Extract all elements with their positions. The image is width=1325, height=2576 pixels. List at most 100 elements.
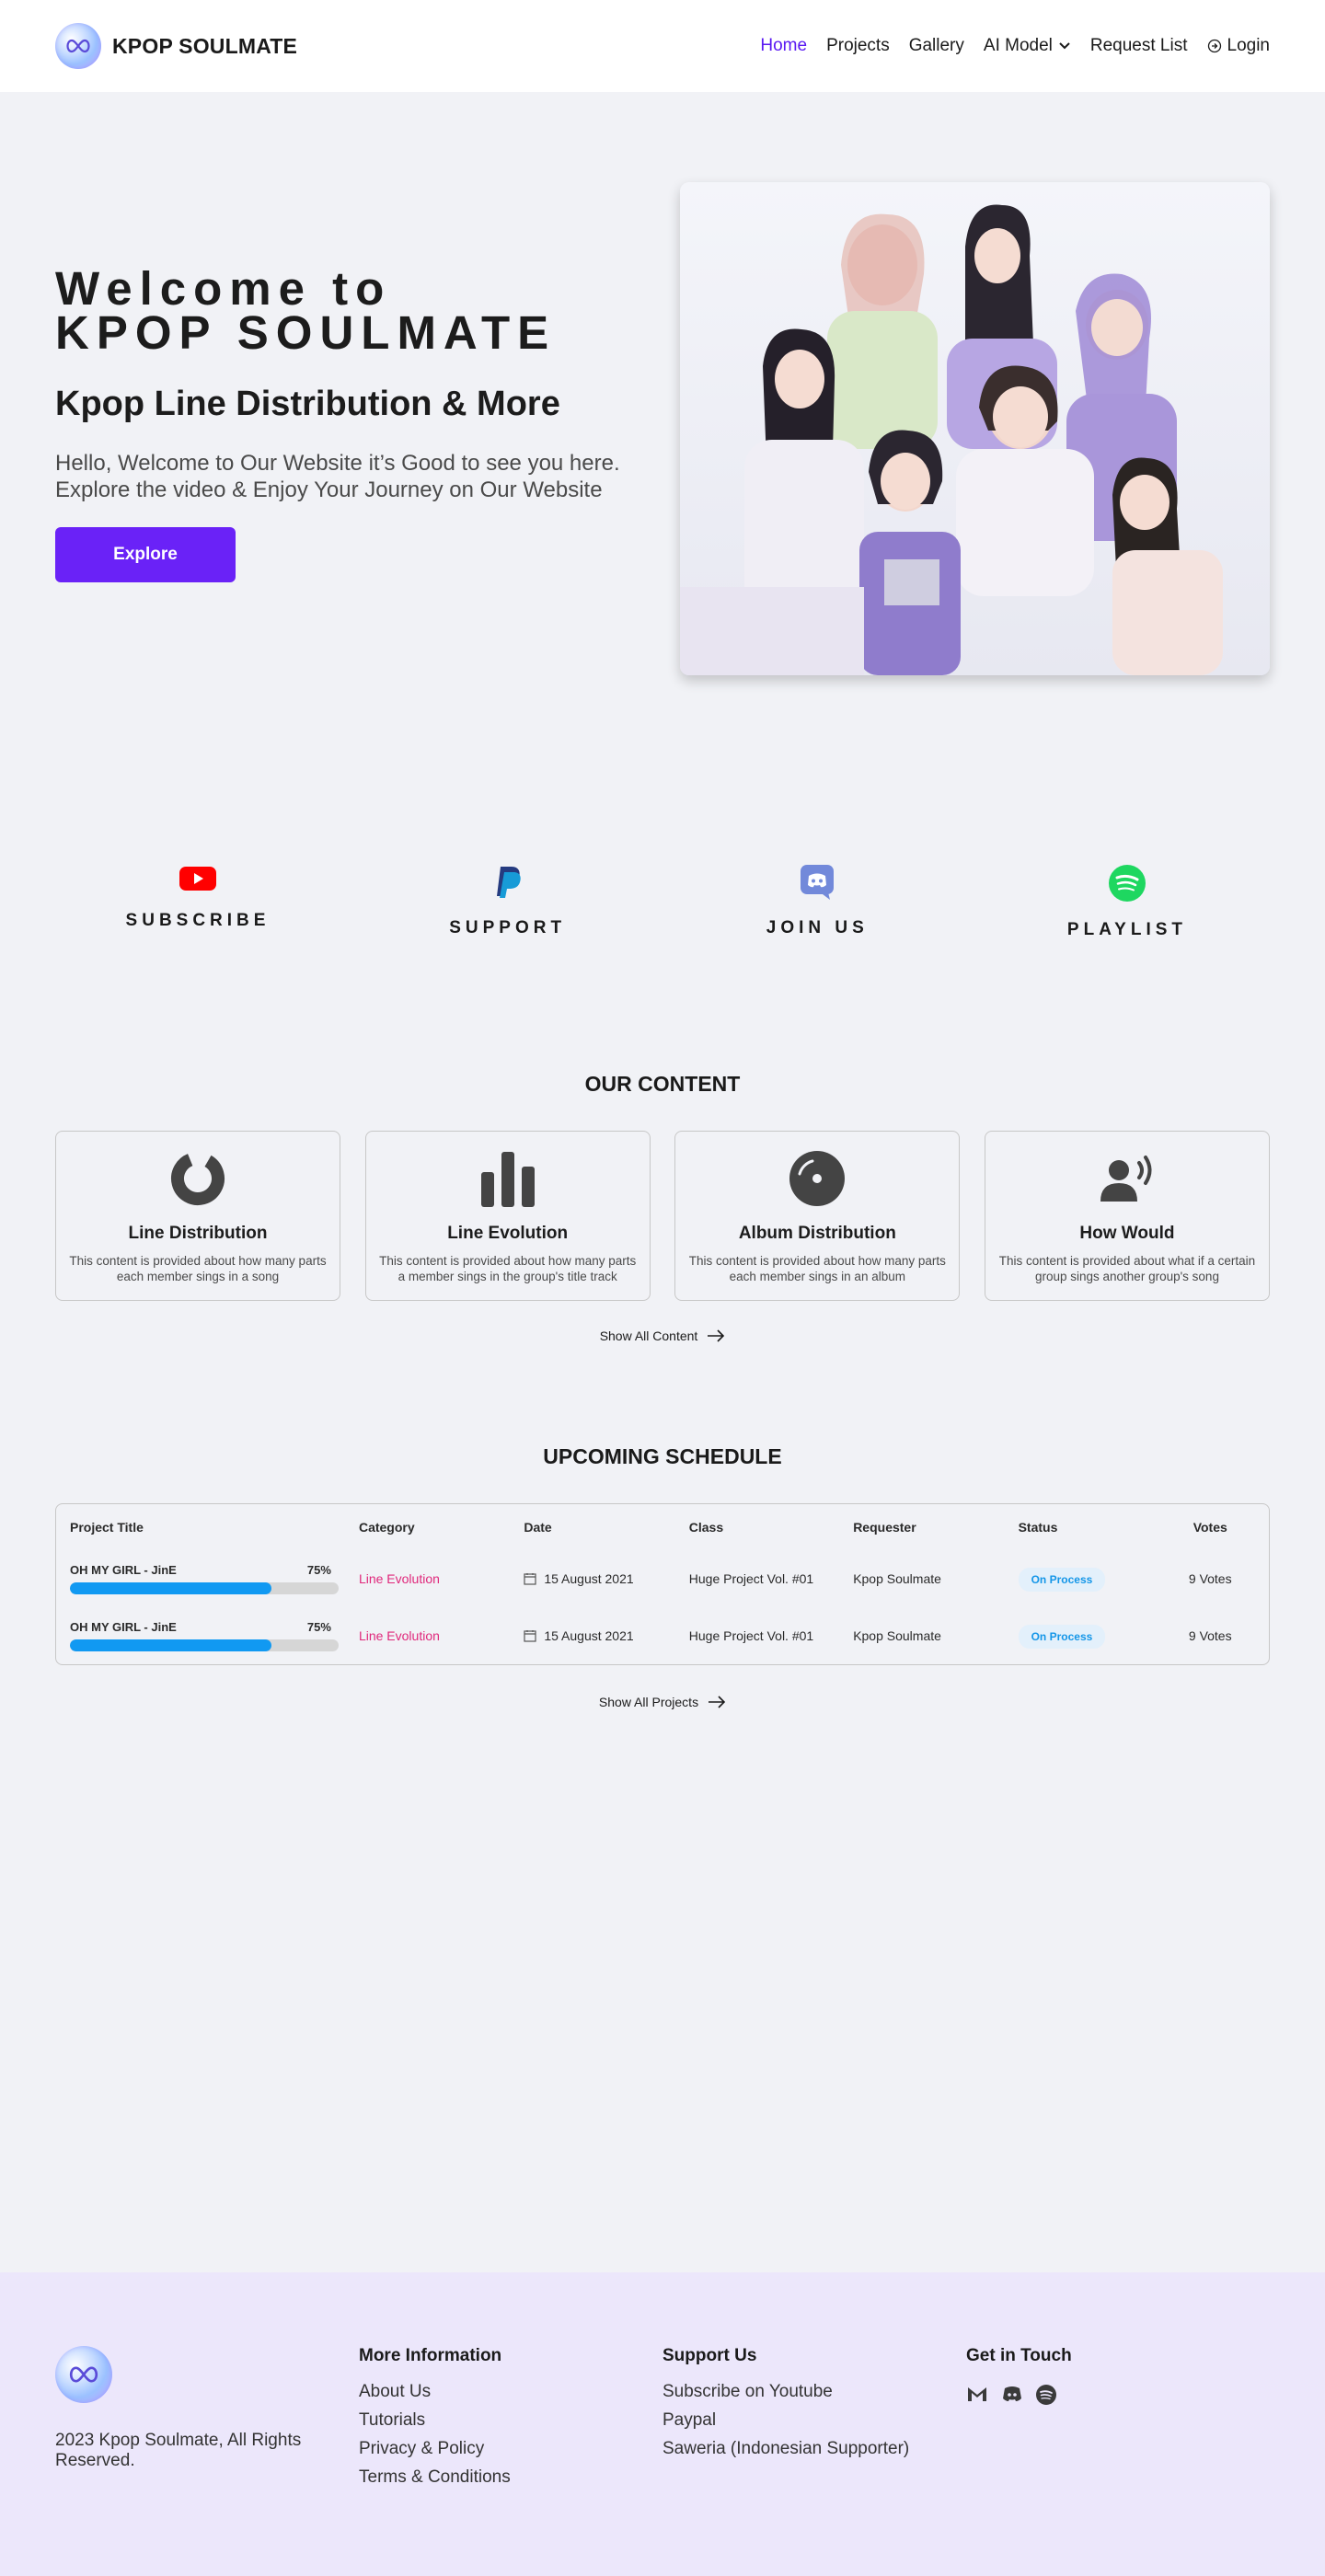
- youtube-icon: [179, 867, 216, 891]
- content-card-album-distribution[interactable]: Album Distribution This content is provi…: [674, 1131, 961, 1301]
- votes-cell: 9 Votes: [1188, 1571, 1232, 1586]
- footer-link-paypal[interactable]: Paypal: [662, 2410, 966, 2431]
- col-date: Date: [524, 1520, 552, 1535]
- bar-chart-icon: [480, 1152, 535, 1207]
- discord-icon[interactable]: [1001, 2385, 1023, 2403]
- footer: 2023 Kpop Soulmate, All Rights Reserved.…: [0, 2272, 1325, 2576]
- content-title: OUR CONTENT: [584, 1072, 741, 1096]
- login-icon: [1207, 39, 1221, 53]
- footer-link-about[interactable]: About Us: [359, 2382, 662, 2402]
- logo-icon: [55, 23, 101, 69]
- date-cell: 15 August 2021: [524, 1628, 688, 1643]
- col-project-title: Project Title: [70, 1520, 144, 1535]
- progress-bar: [70, 1639, 339, 1651]
- project-title: OH MY GIRL - JinE: [70, 1620, 177, 1634]
- spotify-icon: [1108, 865, 1146, 902]
- footer-logo-icon[interactable]: [55, 2346, 112, 2403]
- card-title: Album Distribution: [738, 1224, 896, 1243]
- nav-ai-model-label: AI Model: [983, 36, 1053, 55]
- card-title: Line Distribution: [128, 1224, 268, 1243]
- project-title: OH MY GIRL - JinE: [70, 1563, 177, 1577]
- content-card-how-would[interactable]: How Would This content is provided about…: [984, 1131, 1270, 1301]
- explore-button[interactable]: Explore: [55, 527, 236, 582]
- class-cell: Huge Project Vol. #01: [688, 1628, 814, 1643]
- content-card-line-distribution[interactable]: Line Distribution This content is provid…: [55, 1131, 340, 1301]
- footer-support: Support Us Subscribe on Youtube Paypal S…: [662, 2346, 966, 2576]
- footer-more-info: More Information About Us Tutorials Priv…: [359, 2346, 662, 2576]
- gmail-icon[interactable]: [966, 2385, 988, 2403]
- col-votes: Votes: [1192, 1520, 1227, 1535]
- login-label: Login: [1227, 36, 1271, 55]
- show-all-projects-link[interactable]: Show All Projects: [55, 1695, 1270, 1709]
- arrow-right-icon: [709, 1696, 726, 1708]
- class-cell: Huge Project Vol. #01: [688, 1571, 814, 1586]
- nav-request-list[interactable]: Request List: [1090, 36, 1188, 56]
- project-progress-label: 75%: [306, 1620, 331, 1634]
- card-title: How Would: [1079, 1224, 1175, 1243]
- content-card-line-evolution[interactable]: Line Evolution This content is provided …: [364, 1131, 651, 1301]
- social-join-us[interactable]: JOIN US: [674, 768, 960, 984]
- top-navbar: KPOP SOULMATE Home Projects Gallery AI M…: [0, 0, 1325, 92]
- table-row[interactable]: OH MY GIRL - JinE 75% Line Evolution 15 A…: [70, 1550, 1255, 1607]
- hero-group-photo: [679, 182, 1270, 675]
- donut-chart-icon: [171, 1152, 225, 1205]
- category-cell: Line Evolution: [358, 1571, 440, 1586]
- nav-gallery[interactable]: Gallery: [909, 36, 964, 56]
- content-cards: Line Distribution This content is provid…: [55, 1131, 1270, 1301]
- footer-contact: Get in Touch: [966, 2346, 1270, 2576]
- footer-contact-icons: [966, 2385, 1270, 2405]
- show-all-projects-label: Show All Projects: [598, 1695, 699, 1709]
- nav-projects[interactable]: Projects: [826, 36, 890, 56]
- login-button[interactable]: Login: [1207, 36, 1271, 56]
- spotify-icon[interactable]: [1036, 2385, 1056, 2405]
- date-cell: 15 August 2021: [524, 1571, 688, 1586]
- social-playlist[interactable]: PLAYLIST: [985, 768, 1270, 984]
- show-all-content-label: Show All Content: [599, 1328, 698, 1343]
- date-value: 15 August 2021: [544, 1628, 634, 1643]
- hero-title: Welcome to KPOP SOULMATE: [55, 265, 680, 356]
- footer-link-youtube[interactable]: Subscribe on Youtube: [662, 2382, 966, 2402]
- col-class: Class: [688, 1520, 724, 1535]
- date-value: 15 August 2021: [544, 1571, 634, 1586]
- footer-support-title: Support Us: [662, 2346, 757, 2365]
- social-support[interactable]: SUPPORT: [365, 768, 651, 984]
- footer-copyright: 2023 Kpop Soulmate, All Rights Reserved.: [55, 2431, 302, 2470]
- arrow-right-icon: [708, 1329, 725, 1342]
- status-cell: On Process: [1018, 1625, 1166, 1649]
- card-description: This content is provided about how many …: [379, 1254, 637, 1283]
- chevron-down-icon: [1059, 42, 1070, 50]
- requester-cell: Kpop Soulmate: [853, 1571, 941, 1586]
- footer-link-saweria[interactable]: Saweria (Indonesian Supporter): [662, 2439, 966, 2459]
- table-row[interactable]: OH MY GIRL - JinE 75% Line Evolution 15 A…: [70, 1607, 1255, 1664]
- nav-home[interactable]: Home: [760, 36, 807, 56]
- progress-bar: [70, 1582, 339, 1594]
- footer-link-terms[interactable]: Terms & Conditions: [359, 2467, 662, 2488]
- schedule-header: Project Title Category Date Class Reques…: [70, 1504, 1255, 1550]
- discord-icon: [801, 865, 835, 900]
- hero-description-line1: Hello, Welcome to Our Website it’s Good …: [55, 451, 620, 476]
- card-description: This content is provided about how many …: [688, 1254, 946, 1283]
- disc-icon: [789, 1151, 846, 1206]
- hero-text: Welcome to KPOP SOULMATE Kpop Line Distr…: [55, 182, 680, 768]
- project-cell: OH MY GIRL - JinE 75%: [70, 1563, 359, 1594]
- hero-title-line2: KPOP SOULMATE: [55, 306, 557, 359]
- col-status: Status: [1018, 1520, 1058, 1535]
- show-all-content-link[interactable]: Show All Content: [55, 1328, 1270, 1343]
- brand[interactable]: KPOP SOULMATE: [55, 23, 297, 69]
- category-cell: Line Evolution: [358, 1628, 440, 1643]
- calendar-icon: [524, 1573, 536, 1585]
- footer-link-tutorials[interactable]: Tutorials: [359, 2410, 662, 2431]
- card-title: Line Evolution: [447, 1224, 569, 1243]
- col-requester: Requester: [853, 1520, 916, 1535]
- nav-ai-model[interactable]: AI Model: [984, 36, 1071, 56]
- social-subscribe[interactable]: SUBSCRIBE: [55, 768, 340, 984]
- hero-description: Hello, Welcome to Our Website it’s Good …: [55, 450, 680, 503]
- calendar-icon: [524, 1630, 536, 1642]
- card-description: This content is provided about how many …: [69, 1254, 327, 1283]
- schedule-title: UPCOMING SCHEDULE: [543, 1444, 782, 1468]
- paypal-icon: [496, 867, 521, 898]
- footer-link-privacy[interactable]: Privacy & Policy: [359, 2439, 662, 2459]
- hero-description-line2: Explore the video & Enjoy Your Journey o…: [55, 477, 603, 502]
- col-category: Category: [358, 1520, 415, 1535]
- status-cell: On Process: [1018, 1568, 1166, 1592]
